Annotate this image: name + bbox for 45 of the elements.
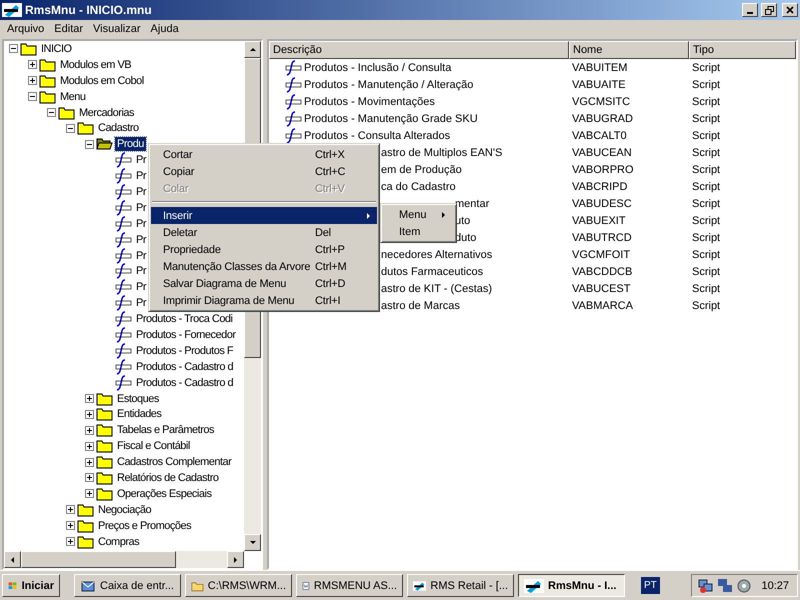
- clock: 10:27: [761, 580, 789, 592]
- table-cell: VGCMFOIT: [572, 248, 630, 260]
- table-cell: VABCDDCB: [572, 266, 632, 278]
- table-cell: Script: [692, 214, 720, 226]
- window-title: RmsMnu - INICIO.mnu: [25, 3, 153, 17]
- table-cell: VABCALT0: [572, 130, 627, 142]
- table-cell: VABUGRAD: [572, 112, 633, 124]
- table-cell: Script: [692, 282, 720, 294]
- table-cell: Script: [692, 62, 720, 74]
- table-cell: Produtos - Manutenção / Alteração: [304, 78, 474, 90]
- table-cell: VABUITEM: [572, 62, 628, 74]
- table-cell: VABUCEST: [572, 282, 630, 294]
- table-cell: VABMARCA: [572, 300, 633, 312]
- table-cell: Produtos - Movimentações: [304, 96, 435, 108]
- table-cell: Produtos - Inclusão / Consulta: [304, 62, 452, 74]
- table-cell: Script: [692, 232, 720, 244]
- table-cell: Script: [692, 130, 720, 142]
- table-cell: Script: [692, 112, 720, 124]
- table-cell: Script: [692, 146, 720, 158]
- table-cell: VABUEXIT: [572, 214, 626, 226]
- table-cell: astro de Multiplos EAN'S: [381, 146, 502, 158]
- table-cell: ca do Cadastro: [381, 180, 456, 192]
- table-cell: Script: [692, 180, 720, 192]
- table-cell: VABUDESC: [572, 198, 632, 210]
- table-cell: VABUTRCD: [572, 232, 632, 244]
- table-cell: dutos Farmaceuticos: [381, 266, 484, 278]
- table-cell: Script: [692, 266, 720, 278]
- table-cell: Script: [692, 198, 720, 210]
- table-cell: VABUAITE: [572, 78, 626, 90]
- table-cell: Produtos - Consulta Alterados: [304, 130, 450, 142]
- table-cell: VABUCEAN: [572, 146, 632, 158]
- table-cell: Script: [692, 96, 720, 108]
- table-cell: mentar: [455, 198, 490, 210]
- table-cell: VABCRIPD: [572, 180, 628, 192]
- table-cell: astro de Marcas: [381, 300, 460, 312]
- table-cell: VGCMSITC: [572, 96, 630, 108]
- table-cell: Script: [692, 164, 720, 176]
- table-cell: Script: [692, 78, 720, 90]
- table-cell: Script: [692, 300, 720, 312]
- table-cell: em de Produção: [381, 164, 462, 176]
- table-cell: necedores Alternativos: [381, 248, 492, 260]
- table-cell: astro de KIT - (Cestas): [381, 282, 492, 294]
- table-cell: Produtos - Manutenção Grade SKU: [304, 112, 478, 124]
- table-cell: VABORPRO: [572, 164, 634, 176]
- table-cell: Script: [692, 248, 720, 260]
